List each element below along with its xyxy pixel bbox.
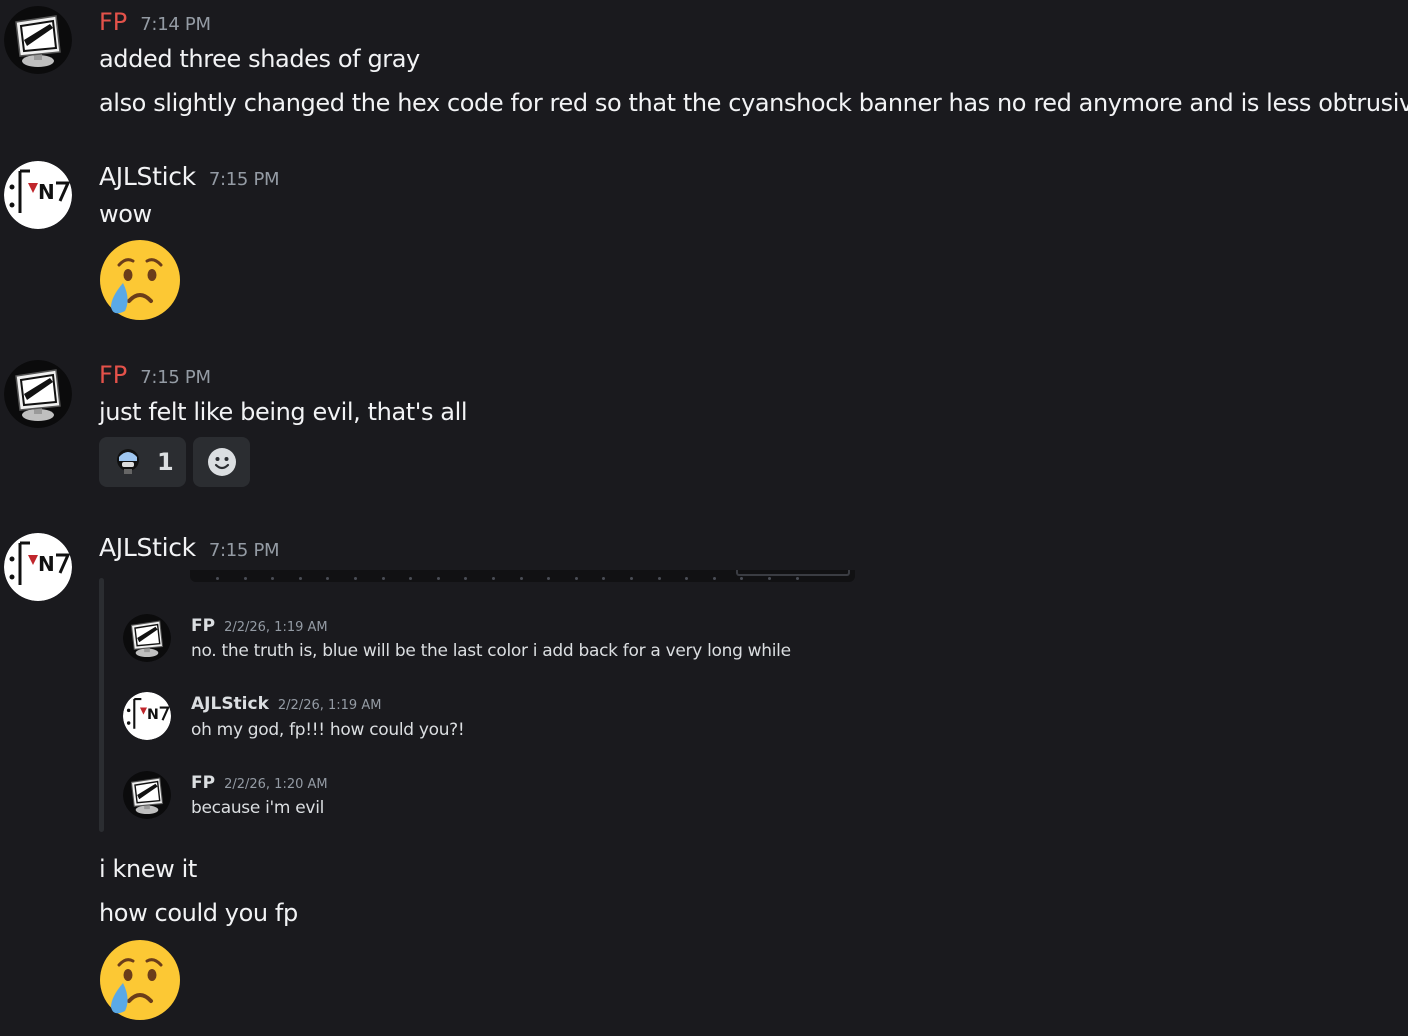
quoted-header: AJLStick 2/2/26, 1:19 AM [191, 694, 381, 714]
ajlstick-avatar [123, 692, 171, 740]
quoted-username: AJLStick [191, 694, 269, 714]
message-text: also slightly changed the hex code for r… [99, 89, 1408, 117]
smiley-icon [207, 448, 236, 476]
embed-dot [740, 577, 744, 580]
quoted-timestamp: 2/2/26, 1:20 AM [224, 777, 328, 792]
username-fp[interactable]: FP [99, 8, 127, 36]
crying-face-emoji[interactable] [99, 239, 181, 321]
timestamp[interactable]: 7:14 PM [140, 14, 211, 35]
message-header: FP 7:14 PM [99, 8, 211, 36]
helmet-emoji-icon [117, 449, 139, 474]
embed-dot [768, 577, 771, 580]
quoted-username: FP [191, 616, 216, 636]
quoted-timestamp: 2/2/26, 1:19 AM [277, 698, 382, 713]
fp-avatar[interactable] [4, 360, 72, 428]
embed-dot [519, 577, 523, 580]
message-header: FP 7:15 PM [99, 361, 211, 389]
embed-dot [602, 577, 606, 580]
embed-dot [271, 577, 275, 580]
embed-dot [712, 577, 716, 580]
embed-dot [381, 577, 385, 580]
ajlstick-avatar[interactable] [4, 161, 72, 229]
username-fp[interactable]: FP [99, 361, 127, 389]
ajlstick-avatar[interactable] [4, 533, 72, 601]
embed-dot [492, 577, 495, 580]
fp-avatar [123, 771, 171, 819]
reaction-count: 1 [157, 448, 174, 476]
username-ajlstick[interactable]: AJLStick [99, 162, 196, 191]
embed-dot [685, 577, 689, 580]
fp-avatar[interactable] [4, 6, 72, 74]
timestamp[interactable]: 7:15 PM [209, 540, 280, 561]
embed-dot [354, 577, 357, 580]
embed-dots [216, 577, 816, 580]
quoted-text: because i'm evil [191, 798, 325, 818]
embed-dot [547, 577, 551, 580]
message-text: just felt like being evil, that's all [99, 398, 468, 426]
timestamp[interactable]: 7:15 PM [140, 367, 211, 388]
quoted-text: no. the truth is, blue will be the last … [191, 641, 791, 661]
message-text: how could you fp [99, 899, 298, 927]
reaction-button[interactable]: 1 [99, 437, 186, 487]
crying-face-emoji[interactable] [99, 939, 181, 1021]
quote-bar [99, 578, 104, 832]
embed-dot [657, 577, 661, 580]
username-ajlstick[interactable]: AJLStick [99, 533, 196, 562]
quoted-header: FP 2/2/26, 1:20 AM [191, 773, 328, 793]
add-reaction-button[interactable] [193, 437, 250, 487]
quoted-timestamp: 2/2/26, 1:19 AM [224, 620, 328, 635]
quoted-header: FP 2/2/26, 1:19 AM [191, 616, 328, 636]
message-text: wow [99, 200, 152, 228]
embed-dot [409, 577, 413, 580]
embed-dot [216, 577, 219, 580]
embed-dot [298, 577, 302, 580]
embed-dot [326, 577, 330, 580]
embed-dot [436, 577, 440, 580]
timestamp[interactable]: 7:15 PM [209, 169, 280, 190]
fp-avatar [123, 614, 171, 662]
embed-dot [795, 577, 799, 580]
message-text: i knew it [99, 855, 197, 883]
embed-dot [574, 577, 578, 580]
embed-dot [630, 577, 633, 580]
screenshot-embed-top [190, 570, 855, 582]
embed-dot [243, 577, 247, 580]
message-text: added three shades of gray [99, 45, 420, 73]
quoted-text: oh my god, fp!!! how could you?! [191, 720, 465, 740]
message-header: AJLStick 7:15 PM [99, 533, 280, 562]
embed-dot [464, 577, 468, 580]
quoted-username: FP [191, 773, 216, 793]
message-header: AJLStick 7:15 PM [99, 162, 280, 191]
